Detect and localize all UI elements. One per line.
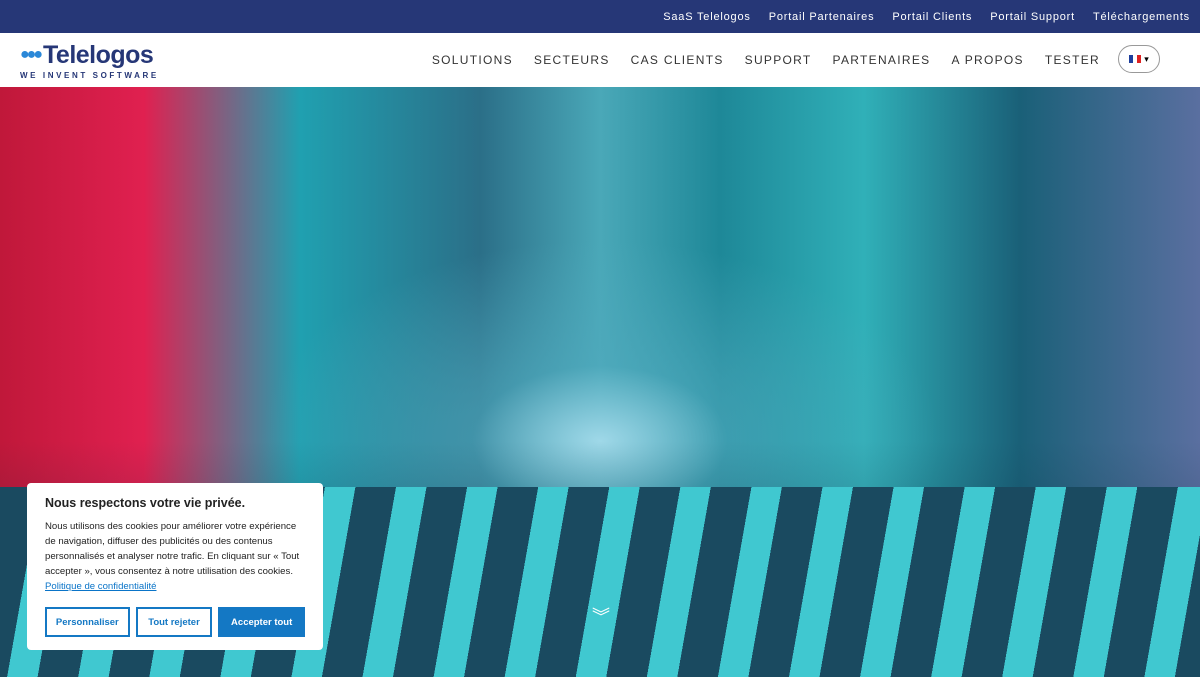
reject-all-button[interactable]: Tout rejeter xyxy=(135,607,213,637)
main-header: ●●● Telelogos WE INVENT SOFTWARE SOLUTION… xyxy=(0,33,1200,87)
nav-secteurs[interactable]: SECTEURS xyxy=(534,53,610,67)
nav-a-propos[interactable]: A PROPOS xyxy=(951,53,1023,67)
cookie-body: Nous utilisons des cookies pour améliore… xyxy=(45,521,300,577)
link-support-portal[interactable]: Portail Support xyxy=(990,11,1075,23)
cookie-banner: Nous respectons votre vie privée. Nous u… xyxy=(27,483,323,650)
logo-text: Telelogos xyxy=(43,40,154,69)
language-selector[interactable]: ▾ xyxy=(1118,45,1160,73)
link-client-portal[interactable]: Portail Clients xyxy=(892,11,972,23)
link-saas[interactable]: SaaS Telelogos xyxy=(663,11,750,23)
cookie-title: Nous respectons votre vie privée. xyxy=(45,496,246,510)
main-nav: SOLUTIONS SECTEURS CAS CLIENTS SUPPORT P… xyxy=(432,53,1100,67)
link-partner-portal[interactable]: Portail Partenaires xyxy=(769,11,875,23)
scroll-down-icon[interactable]: ︾ xyxy=(592,603,610,629)
customize-button[interactable]: Personnaliser xyxy=(45,607,130,637)
link-downloads[interactable]: Téléchargements xyxy=(1093,11,1190,23)
top-utility-bar: SaaS Telelogos Portail Partenaires Porta… xyxy=(0,0,1200,33)
logo-tagline: WE INVENT SOFTWARE xyxy=(20,70,159,80)
french-flag-icon xyxy=(1129,55,1142,63)
nav-partenaires[interactable]: PARTENAIRES xyxy=(833,53,931,67)
privacy-policy-link[interactable]: Politique de confidentialité xyxy=(45,581,156,592)
accept-all-button[interactable]: Accepter tout xyxy=(218,607,305,637)
chevron-down-icon: ▾ xyxy=(1144,53,1149,64)
logo[interactable]: ●●● Telelogos WE INVENT SOFTWARE xyxy=(20,41,159,80)
cookie-text: Nous utilisons des cookies pour améliore… xyxy=(45,519,305,594)
nav-tester[interactable]: TESTER xyxy=(1045,53,1100,67)
nav-solutions[interactable]: SOLUTIONS xyxy=(432,53,513,67)
nav-cas-clients[interactable]: CAS CLIENTS xyxy=(631,53,724,67)
nav-support[interactable]: SUPPORT xyxy=(745,53,812,67)
people-icon: ●●● xyxy=(20,46,43,63)
